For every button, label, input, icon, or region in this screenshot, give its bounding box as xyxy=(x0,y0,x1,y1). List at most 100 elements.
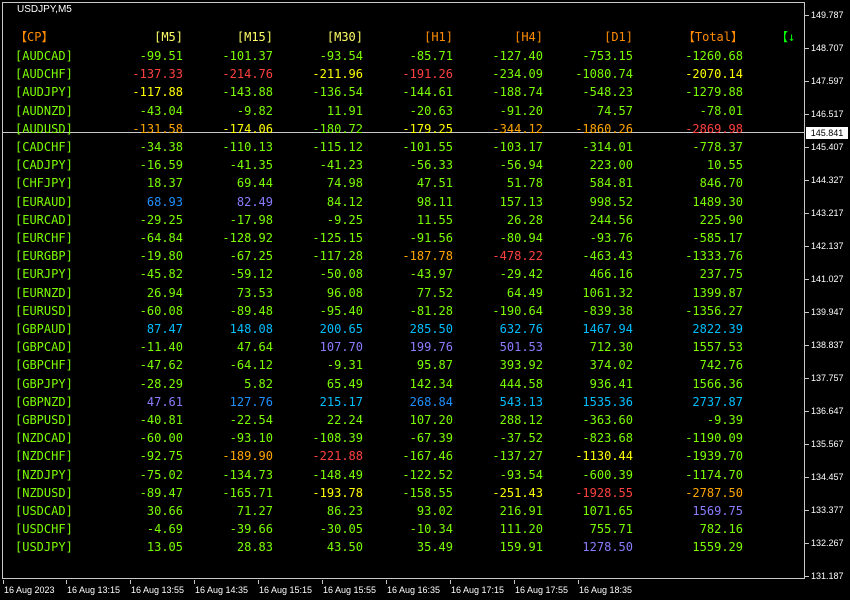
pair-symbol[interactable]: [EURUSD] xyxy=(15,302,73,320)
pair-symbol[interactable]: [EURCAD] xyxy=(15,211,73,229)
price-label: 136.647 xyxy=(811,406,844,416)
pair-symbol[interactable]: [EURJPY] xyxy=(15,265,73,283)
value-cell: -9.25 xyxy=(326,212,363,227)
pair-symbol[interactable]: [GBPJPY] xyxy=(15,375,73,393)
value-cell: -131.58 xyxy=(132,121,183,136)
pair-symbol[interactable]: [USDCAD] xyxy=(15,502,73,520)
header-m5[interactable]: [M5] xyxy=(154,28,183,46)
value-cell: -64.84 xyxy=(139,231,183,245)
value-cell: 157.13 xyxy=(499,194,543,209)
price-label: 142.137 xyxy=(811,241,844,251)
value-cell: 28.83 xyxy=(236,540,273,555)
time-label: 16 Aug 17:15 xyxy=(451,585,505,595)
value-cell: -67.25 xyxy=(229,249,273,264)
header-m30[interactable]: [M30] xyxy=(327,28,363,46)
price-tick xyxy=(805,345,809,346)
header-h1[interactable]: [H1] xyxy=(424,28,453,46)
value-cell: -753.15 xyxy=(582,49,633,63)
pair-symbol[interactable]: [NZDUSD] xyxy=(15,484,73,502)
pair-symbol[interactable]: [AUDCAD] xyxy=(15,47,73,65)
time-label: 16 Aug 18:35 xyxy=(579,585,633,595)
value-cell: -101.55 xyxy=(402,140,453,154)
price-label: 141.027 xyxy=(811,274,844,284)
chart-symbol-label: USDJPY,M5 xyxy=(17,4,72,15)
value-cell: 47.61 xyxy=(146,394,183,409)
pair-symbol[interactable]: [GBPCHF] xyxy=(15,356,73,374)
value-cell: -134.73 xyxy=(222,467,273,482)
value-cell: 43.50 xyxy=(326,540,363,555)
pair-symbol[interactable]: [USDCHF] xyxy=(15,520,73,538)
value-cell: -75.02 xyxy=(139,467,183,482)
value-cell: -158.55 xyxy=(402,485,453,500)
header-d1[interactable]: [D1] xyxy=(604,28,633,46)
value-cell: -19.80 xyxy=(139,249,183,264)
time-tick xyxy=(450,580,451,584)
value-cell: -93.54 xyxy=(499,467,543,482)
value-cell: 73.53 xyxy=(236,285,273,300)
pair-symbol[interactable]: [NZDCHF] xyxy=(15,447,73,465)
price-tick xyxy=(805,411,809,412)
value-cell: -143.88 xyxy=(222,85,273,100)
time-tick xyxy=(3,580,4,584)
value-cell: -89.48 xyxy=(229,303,273,318)
pair-symbol[interactable]: [CADJPY] xyxy=(15,156,73,174)
header-h4[interactable]: [H4] xyxy=(514,28,543,46)
pair-symbol[interactable]: [CADCHF] xyxy=(15,138,73,156)
value-cell: 444.58 xyxy=(499,376,543,391)
pair-symbol[interactable]: [AUDUSD] xyxy=(15,120,73,138)
value-cell: 846.70 xyxy=(699,176,743,191)
value-cell: -59.12 xyxy=(229,267,273,282)
value-cell: -103.17 xyxy=(492,140,543,154)
header-m15[interactable]: [M15] xyxy=(237,28,273,46)
value-cell: -127.40 xyxy=(492,49,543,63)
price-tick xyxy=(805,543,809,544)
price-label: 134.457 xyxy=(811,472,844,482)
value-cell: -78.01 xyxy=(699,103,743,118)
value-cell: 393.92 xyxy=(499,358,543,373)
pair-symbol[interactable]: [NZDCAD] xyxy=(15,429,73,447)
pair-symbol[interactable]: [USDJPY] xyxy=(15,538,73,556)
value-cell: 84.12 xyxy=(326,194,363,209)
value-cell: 111.20 xyxy=(499,522,543,537)
time-label: 16 Aug 17:55 xyxy=(515,585,569,595)
pair-symbol[interactable]: [EURGBP] xyxy=(15,247,73,265)
pair-symbol[interactable]: [AUDNZD] xyxy=(15,102,73,120)
value-cell: -1928.55 xyxy=(575,485,633,500)
price-label: 144.327 xyxy=(811,175,844,185)
value-cell: -211.96 xyxy=(312,67,363,82)
value-cell: 1061.32 xyxy=(582,285,633,300)
header-total[interactable]: 【Total】 xyxy=(683,28,743,46)
value-cell: 22.24 xyxy=(326,413,363,427)
sort-arrow-icon[interactable]: 【↓ xyxy=(776,28,795,46)
price-label: 148.707 xyxy=(811,43,844,53)
value-cell: 11.91 xyxy=(326,103,363,118)
time-axis[interactable]: 16 Aug 2023 16 Aug 13:15 16 Aug 13:55 16 Au… xyxy=(0,580,806,600)
value-cell: -20.63 xyxy=(409,103,453,118)
value-cell: -29.25 xyxy=(139,212,183,227)
value-cell: -137.27 xyxy=(492,449,543,464)
value-cell: 47.51 xyxy=(416,176,453,191)
value-cell: 65.49 xyxy=(326,376,363,391)
price-tick xyxy=(805,477,809,478)
time-label: 16 Aug 13:55 xyxy=(131,585,185,595)
value-cell: 543.13 xyxy=(499,394,543,409)
pair-symbol[interactable]: [EURAUD] xyxy=(15,193,73,211)
pair-symbol[interactable]: [AUDJPY] xyxy=(15,83,73,101)
time-tick xyxy=(578,580,579,584)
time-tick xyxy=(322,580,323,584)
pair-symbol[interactable]: [GBPUSD] xyxy=(15,411,73,429)
pair-symbol[interactable]: [GBPNZD] xyxy=(15,393,73,411)
pair-symbol[interactable]: [AUDCHF] xyxy=(15,65,73,83)
pair-symbol[interactable]: [EURCHF] xyxy=(15,229,73,247)
price-tick xyxy=(805,246,809,247)
pair-symbol[interactable]: [NZDJPY] xyxy=(15,466,73,484)
price-label: 149.787 xyxy=(811,10,844,20)
pair-symbol[interactable]: [GBPCAD] xyxy=(15,338,73,356)
pair-symbol[interactable]: [GBPAUD] xyxy=(15,320,73,338)
pair-symbol[interactable]: [EURNZD] xyxy=(15,284,73,302)
value-cell: -37.52 xyxy=(499,431,543,446)
value-cell: 93.02 xyxy=(416,504,453,518)
value-cell: -117.28 xyxy=(312,249,363,264)
price-label: 131.187 xyxy=(811,571,844,581)
pair-symbol[interactable]: [CHFJPY] xyxy=(15,174,73,192)
